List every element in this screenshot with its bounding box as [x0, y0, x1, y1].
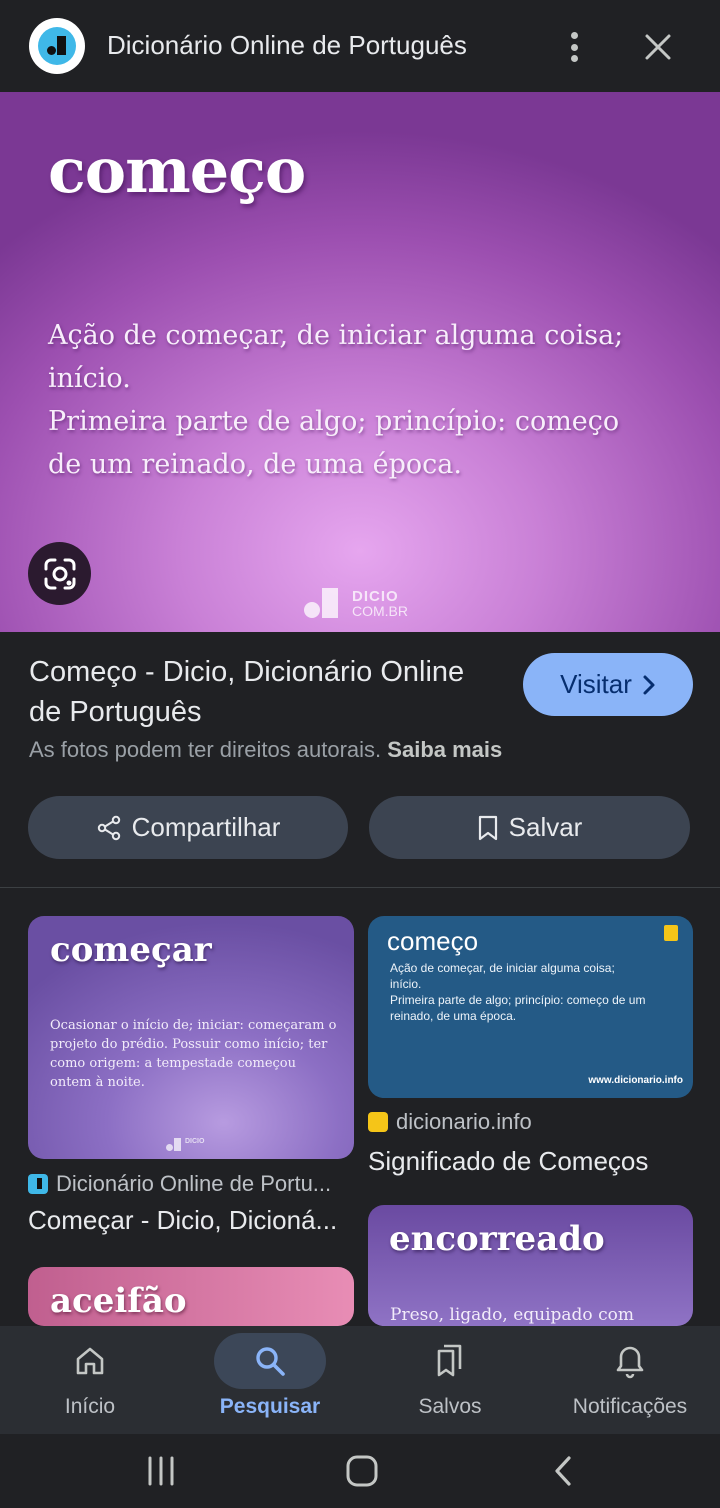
lens-search-button[interactable]: [28, 542, 91, 605]
learn-more-link[interactable]: Saiba mais: [387, 737, 502, 762]
related-image-brand: DICIO: [166, 1138, 226, 1152]
recent-apps-icon[interactable]: [136, 1446, 186, 1496]
related-image-definition: Preso, ligado, equipado com: [390, 1305, 634, 1325]
hero-definition: Ação de começar, de iniciar alguma coisa…: [48, 314, 688, 486]
related-image-comecar[interactable]: começar Ocasionar o início de; iniciar: …: [28, 916, 354, 1159]
related-image-word: começo: [387, 926, 479, 956]
related-title[interactable]: Começar - Dicio, Dicioná...: [28, 1205, 337, 1236]
copyright-text: As fotos podem ter direitos autorais.: [29, 737, 382, 762]
related-image-definition: Ação de começar, de iniciar alguma coisa…: [390, 960, 680, 1024]
top-bar: Dicionário Online de Português: [0, 0, 720, 92]
copyright-notice: As fotos podem ter direitos autorais. Sa…: [29, 737, 502, 763]
related-source-label: Dicionário Online de Portu...: [56, 1171, 332, 1196]
related-title[interactable]: Significado de Começos: [368, 1146, 648, 1177]
related-image-word: começar: [50, 930, 212, 970]
hero-definition-line: de um reinado, de uma época.: [48, 449, 462, 480]
hero-brand-name: DICIO: [352, 588, 399, 605]
related-image-word: aceifão: [50, 1281, 187, 1321]
related-definition-line: reinado, de uma época.: [390, 1009, 517, 1023]
related-image-comeco[interactable]: começo Ação de começar, de iniciar algum…: [368, 916, 693, 1098]
site-title: Dicionário Online de Português: [107, 30, 467, 60]
related-definition-line: Primeira parte de algo; princípio: começ…: [390, 993, 646, 1007]
related-source[interactable]: Dicionário Online de Portu...: [28, 1171, 331, 1197]
dicio-favicon-icon: [28, 1174, 48, 1194]
result-title[interactable]: Começo - Dicio, Dicionário Online de Por…: [29, 652, 499, 732]
search-icon: [256, 1347, 285, 1376]
visit-button-label: Visitar: [560, 669, 632, 699]
nav-item-notificacoes[interactable]: Notificações: [540, 1326, 720, 1434]
related-image-brand-name: DICIO: [185, 1138, 205, 1145]
hero-definition-line: Primeira parte de algo; princípio: começ…: [48, 406, 620, 437]
dicio-logo-icon: [29, 18, 85, 74]
nav-item-pesquisar[interactable]: Pesquisar: [180, 1326, 360, 1434]
bell-icon: [616, 1346, 644, 1379]
back-icon[interactable]: [539, 1446, 589, 1496]
home-button-icon[interactable]: [337, 1446, 387, 1496]
dicionario-info-logo-icon: [664, 925, 678, 941]
related-definition-line: início.: [390, 977, 422, 991]
bottom-navigation: Início Pesquisar Salvos Notificações: [0, 1326, 720, 1434]
hero-definition-line: Ação de começar, de iniciar alguma coisa…: [48, 320, 624, 351]
nav-item-inicio[interactable]: Início: [0, 1326, 180, 1434]
hero-word: começo: [48, 134, 306, 207]
hero-definition-line: início.: [48, 363, 131, 394]
system-navigation-bar: [0, 1434, 720, 1508]
bookmark-icon: [478, 815, 497, 840]
related-image-definition: Ocasionar o início de; iniciar: começara…: [50, 1018, 337, 1090]
divider: [0, 887, 720, 888]
related-image-encorreado[interactable]: encorreado Preso, ligado, equipado com: [368, 1205, 693, 1326]
close-icon[interactable]: [640, 29, 676, 65]
save-label: Salvar: [508, 812, 583, 842]
share-label: Compartilhar: [131, 812, 281, 842]
nav-label: Salvos: [418, 1395, 482, 1418]
nav-item-salvos[interactable]: Salvos: [360, 1326, 540, 1434]
lens-icon: [44, 558, 75, 589]
visit-button[interactable]: Visitar: [523, 653, 693, 716]
related-image-aceifao[interactable]: aceifão: [28, 1267, 354, 1326]
hero-image[interactable]: começo Ação de começar, de iniciar algum…: [0, 92, 720, 632]
bookmarks-icon: [437, 1344, 462, 1377]
nav-label: Início: [64, 1395, 116, 1418]
nav-label: Pesquisar: [219, 1395, 321, 1418]
share-button[interactable]: Compartilhar: [28, 796, 348, 859]
hero-brand-domain: COM.BR: [352, 603, 408, 619]
related-image-word: encorreado: [389, 1219, 605, 1259]
related-source-label: dicionario.info: [396, 1109, 532, 1134]
save-button[interactable]: Salvar: [369, 796, 690, 859]
share-icon: [97, 815, 120, 840]
home-icon: [76, 1347, 104, 1375]
nav-label: Notificações: [572, 1395, 688, 1418]
dicionario-info-favicon-icon: [368, 1112, 388, 1132]
hero-brand-watermark: DICIO COM.BR: [304, 588, 408, 620]
more-vert-icon[interactable]: [556, 27, 592, 67]
related-source[interactable]: dicionario.info: [368, 1109, 532, 1135]
related-image-url: www.dicionario.info: [588, 1075, 683, 1086]
related-definition-line: Ação de começar, de iniciar alguma coisa…: [390, 961, 615, 975]
chevron-right-icon: [643, 675, 655, 694]
